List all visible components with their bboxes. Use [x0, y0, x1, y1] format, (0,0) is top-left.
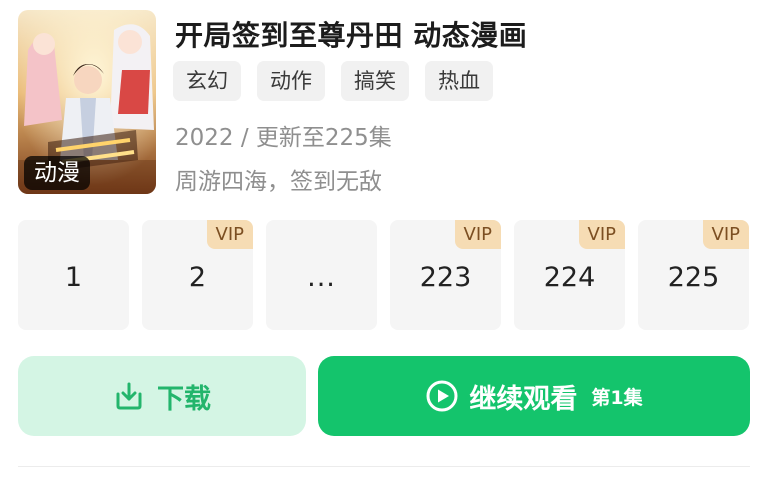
- download-button[interactable]: 下载: [18, 356, 306, 436]
- tag-chip[interactable]: 玄幻: [173, 61, 241, 101]
- continue-episode: 第1集: [591, 386, 643, 409]
- show-detail-panel: 动漫 开局签到至尊丹田 动态漫画 玄幻 动作 搞笑 热血 2022 / 更新至2…: [0, 0, 768, 480]
- continue-label: 继续观看: [469, 383, 578, 415]
- download-icon: [116, 382, 142, 410]
- episode-number: 223: [419, 261, 472, 293]
- episode-more-button[interactable]: ...: [266, 220, 377, 330]
- tag-chip[interactable]: 动作: [257, 61, 325, 101]
- show-description: 周游四海，签到无敌: [175, 169, 382, 195]
- vip-badge: VIP: [702, 220, 749, 249]
- vip-badge: VIP: [206, 220, 253, 249]
- episode-item[interactable]: 1: [18, 220, 129, 330]
- play-circle-icon: [426, 380, 458, 412]
- show-meta: 2022 / 更新至225集: [175, 125, 392, 151]
- episode-item[interactable]: VIP 225: [638, 220, 749, 330]
- vip-badge: VIP: [454, 220, 501, 249]
- episode-number: 2: [188, 261, 207, 293]
- tag-chip[interactable]: 搞笑: [341, 61, 409, 101]
- episode-item[interactable]: VIP 2: [142, 220, 253, 330]
- episode-item[interactable]: VIP 224: [514, 220, 625, 330]
- vip-badge: VIP: [578, 220, 625, 249]
- episode-item[interactable]: VIP 223: [390, 220, 501, 330]
- episode-list: 1 VIP 2 ... VIP 223 VIP 224 VIP 225: [18, 220, 749, 330]
- tag-list: 玄幻 动作 搞笑 热血: [173, 61, 493, 101]
- tag-chip[interactable]: 热血: [425, 61, 493, 101]
- section-divider: [18, 466, 750, 467]
- download-label: 下载: [157, 383, 211, 415]
- episode-number: 225: [667, 261, 720, 293]
- show-title[interactable]: 开局签到至尊丹田 动态漫画: [175, 14, 527, 54]
- poster-image[interactable]: 动漫: [18, 10, 156, 194]
- episode-number: 1: [64, 261, 83, 293]
- poster-badge: 动漫: [24, 156, 90, 190]
- episode-number: ...: [307, 261, 336, 293]
- episode-number: 224: [543, 261, 596, 293]
- continue-watching-button[interactable]: 继续观看 第1集: [318, 356, 750, 436]
